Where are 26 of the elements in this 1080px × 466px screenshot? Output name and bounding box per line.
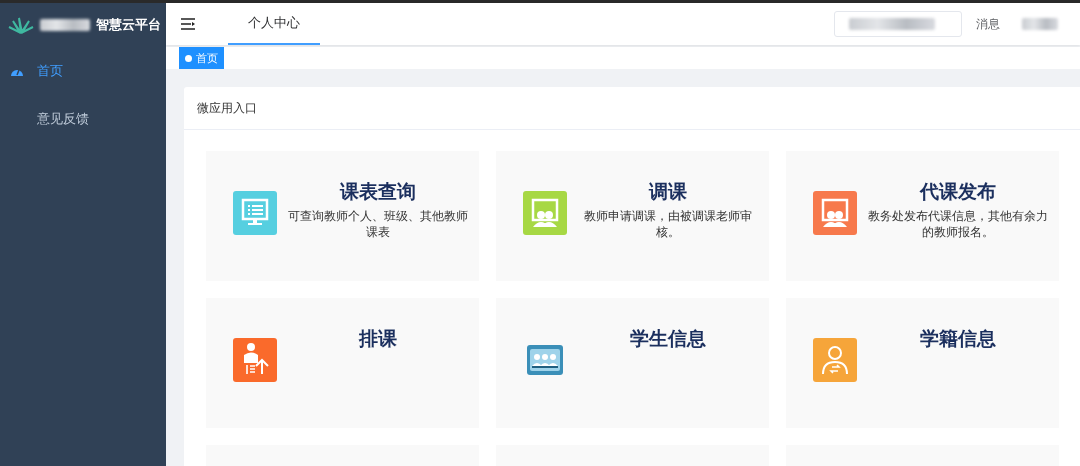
tile-title: 学籍信息 — [920, 326, 996, 351]
app-tile[interactable]: 课表查询 可查询教师个人、班级、其他教师课表 — [206, 151, 479, 281]
leaf-logo-icon — [8, 16, 34, 34]
tile-title: 学生信息 — [630, 326, 706, 351]
sidebar-item[interactable]: 意见反馈 — [0, 95, 166, 143]
logo-text: 智慧云平台 — [96, 16, 161, 34]
app-tile[interactable]: 排课 — [206, 298, 479, 428]
app-tile[interactable]: 学籍信息 — [786, 298, 1059, 428]
search-field[interactable] — [834, 11, 962, 37]
tile-title: 调课 — [649, 179, 687, 204]
blurred-text — [40, 19, 90, 31]
tile-title: 排课 — [359, 326, 397, 351]
app-tile[interactable]: 代课发布 教务处发布代课信息，其他有余力的教师报名。 — [786, 151, 1059, 281]
tile-description: 可查询教师个人、班级、其他教师课表 — [287, 208, 469, 240]
app-tile[interactable]: 调课 教师申请调课，由被调课老师审核。 — [496, 151, 769, 281]
messages-link[interactable]: 消息 — [976, 15, 1000, 33]
sidebar-item[interactable]: 首页 — [0, 47, 166, 95]
panel-title: 微应用入口 — [197, 99, 257, 117]
tile-description: 教务处发布代课信息，其他有余力的教师报名。 — [867, 208, 1049, 240]
tile-title: 代课发布 — [920, 179, 996, 204]
tile-description: 教师申请调课，由被调课老师审核。 — [583, 208, 753, 240]
tile-title: 课表查询 — [340, 179, 416, 204]
tab[interactable]: 个人中心 — [228, 3, 320, 45]
menu-icon[interactable] — [180, 17, 196, 31]
blurred-username — [1022, 18, 1058, 30]
app-tile[interactable]: 学生信息 — [496, 298, 769, 428]
